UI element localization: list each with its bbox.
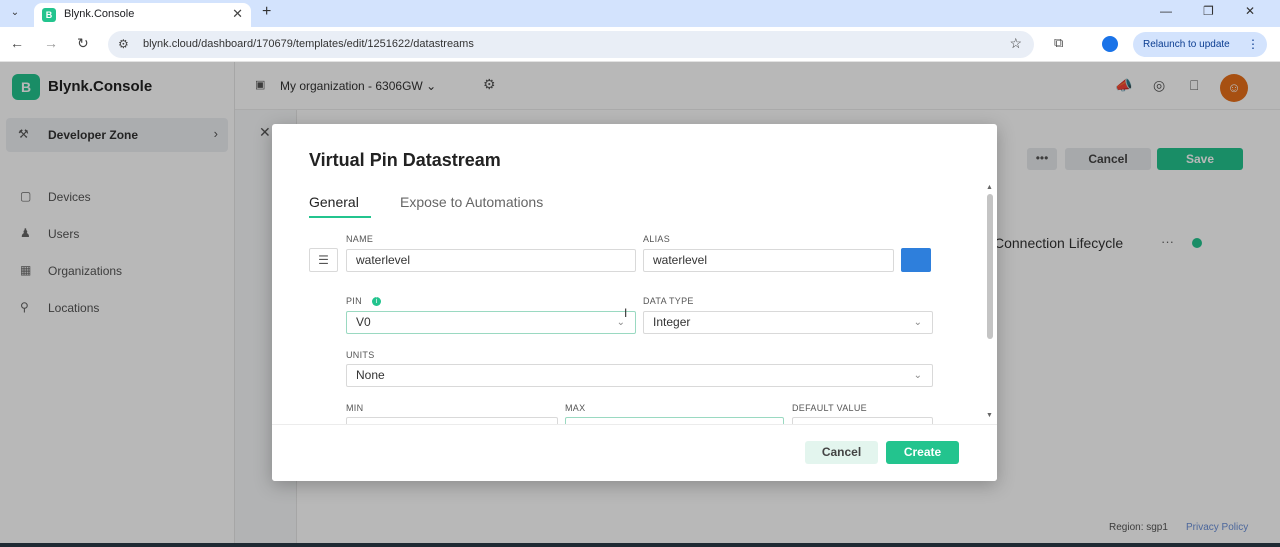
site-settings-icon[interactable]: ⚙ xyxy=(118,37,129,51)
units-select[interactable]: None ⌄ xyxy=(346,364,933,387)
minimize-icon[interactable]: — xyxy=(1160,4,1172,18)
default-value-label: DEFAULT VALUE xyxy=(792,403,867,413)
blynk-favicon-icon: B xyxy=(42,8,56,22)
text-cursor-icon: I xyxy=(624,306,628,320)
dialog-footer: Cancel Create xyxy=(272,424,997,481)
units-value: None xyxy=(356,368,385,382)
os-taskbar xyxy=(0,543,1280,547)
browser-tab[interactable]: B Blynk.Console ✕ xyxy=(34,3,251,27)
browser-tab-bar: ⌄ B Blynk.Console ✕ + — ❐ ✕ xyxy=(0,0,1280,27)
browser-menu-icon[interactable]: ⋮ xyxy=(1247,32,1259,57)
alias-input[interactable]: waterlevel xyxy=(643,249,894,272)
create-button[interactable]: Create xyxy=(886,441,959,464)
dialog-scrollbar[interactable]: ▲ ▼ xyxy=(985,184,995,424)
data-type-select[interactable]: Integer ⌄ xyxy=(643,311,933,334)
name-input[interactable]: waterlevel xyxy=(346,249,636,272)
back-icon[interactable]: ← xyxy=(10,35,24,51)
max-label: MAX xyxy=(565,403,586,413)
virtual-pin-datastream-dialog: Virtual Pin Datastream General Expose to… xyxy=(272,124,997,481)
color-picker-button[interactable] xyxy=(901,248,931,272)
profile-icon[interactable] xyxy=(1102,36,1118,52)
pin-label: PIN xyxy=(346,296,362,306)
relaunch-button[interactable]: Relaunch to update ⋮ xyxy=(1133,32,1267,57)
scroll-up-icon[interactable]: ▲ xyxy=(986,184,993,191)
browser-toolbar: ← → ↻ ⚙ blynk.cloud/dashboard/170679/tem… xyxy=(0,27,1280,62)
info-icon[interactable]: i xyxy=(372,297,381,306)
active-tab-indicator xyxy=(309,216,371,218)
forward-icon[interactable]: → xyxy=(44,35,58,51)
scroll-down-icon[interactable]: ▼ xyxy=(986,412,993,419)
alias-label: ALIAS xyxy=(643,234,671,244)
pin-select[interactable]: V0 ⌄ xyxy=(346,311,636,334)
name-label: NAME xyxy=(346,234,374,244)
tab-title: Blynk.Console xyxy=(64,8,135,20)
data-type-value: Integer xyxy=(653,315,691,329)
reload-icon[interactable]: ↻ xyxy=(77,35,89,52)
address-bar[interactable]: ⚙ blynk.cloud/dashboard/170679/templates… xyxy=(108,31,1034,58)
tab-expose-to-automations[interactable]: Expose to Automations xyxy=(400,194,543,210)
relaunch-label: Relaunch to update xyxy=(1143,39,1230,50)
data-type-label: DATA TYPE xyxy=(643,296,694,306)
pin-value: V0 xyxy=(356,315,371,329)
min-label: MIN xyxy=(346,403,364,413)
extensions-icon[interactable]: ⧉ xyxy=(1054,35,1063,51)
restore-icon[interactable]: ❐ xyxy=(1203,4,1214,18)
chevron-down-icon: ⌄ xyxy=(913,370,922,381)
units-label: UNITS xyxy=(346,350,375,360)
scroll-thumb[interactable] xyxy=(987,194,993,339)
tab-general[interactable]: General xyxy=(309,194,359,210)
window-close-icon[interactable]: ✕ xyxy=(1245,4,1255,18)
cancel-button[interactable]: Cancel xyxy=(805,441,878,464)
chevron-down-icon: ⌄ xyxy=(913,317,922,328)
new-tab-icon[interactable]: + xyxy=(262,3,271,21)
tab-search-icon[interactable]: ⌄ xyxy=(6,4,24,22)
datastream-settings-button[interactable]: ☰ xyxy=(309,248,338,272)
bookmark-star-icon[interactable]: ☆ xyxy=(1009,35,1022,52)
dialog-title: Virtual Pin Datastream xyxy=(309,150,501,170)
tab-close-icon[interactable]: ✕ xyxy=(232,6,243,22)
url-text[interactable]: blynk.cloud/dashboard/170679/templates/e… xyxy=(143,38,474,50)
